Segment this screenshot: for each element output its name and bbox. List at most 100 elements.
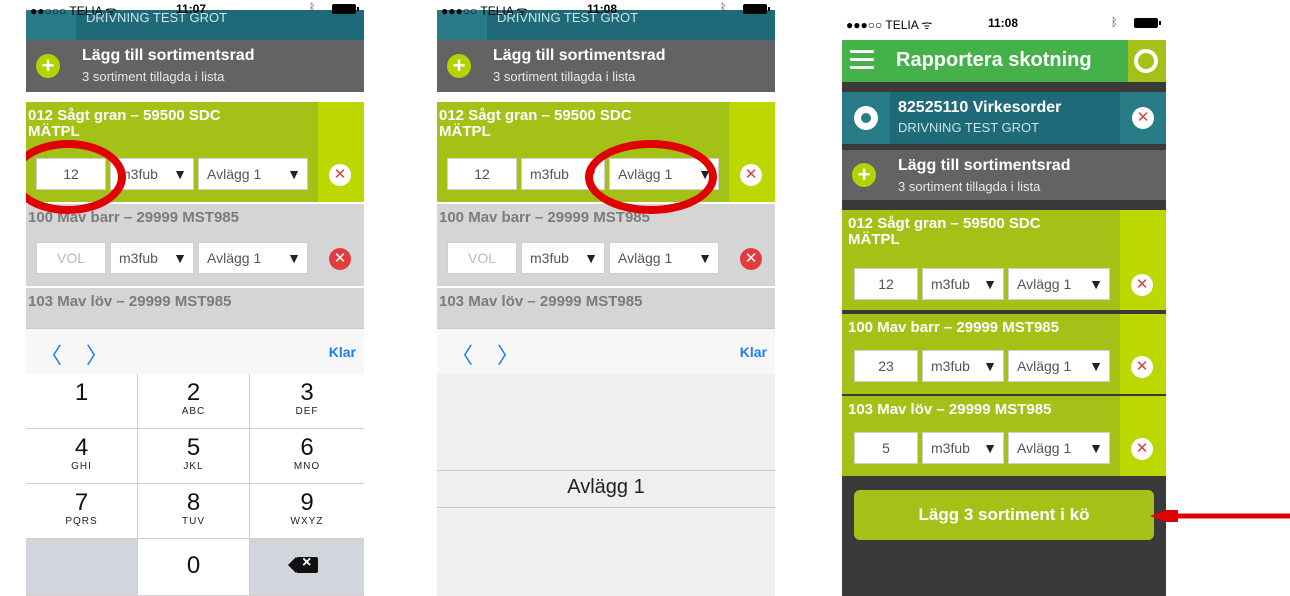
dest-value: Avlägg 1 <box>207 250 262 266</box>
dest-value: Avlägg 1 <box>1017 276 1072 292</box>
chevron-down-icon: ▼ <box>173 250 187 266</box>
order-row[interactable]: 82525110 Virkesorder DRIVNING TEST GROT … <box>842 92 1166 144</box>
volume-input[interactable]: VOL <box>36 242 106 274</box>
delete-icon[interactable]: ✕ <box>329 164 351 186</box>
delete-icon[interactable]: ✕ <box>740 248 762 270</box>
key-letters: ABC <box>181 406 206 417</box>
sortiment-item: 103 Mav löv – 29999 MST985 5 m3fub ▼ Avlä… <box>842 396 1166 476</box>
phone-screen-keypad: DRIVNING TEST GROT ●●○○○ TELIA ᯤ 11:07 ᛒ… <box>26 0 364 596</box>
volume-input[interactable]: 12 <box>854 268 918 300</box>
key-8[interactable]: 8 TUV <box>138 484 250 539</box>
status-bar: ●●○○○ TELIA ᯤ 11:07 ᛒ <box>26 0 364 18</box>
chevron-down-icon: ▼ <box>983 276 997 292</box>
chevron-down-icon: ▼ <box>1089 358 1103 374</box>
delete-icon[interactable]: ✕ <box>1131 356 1153 378</box>
item-name: 012 Sågt gran – 59500 SDC MÄTPL <box>439 107 632 140</box>
add-row-sub: 3 sortiment tillagda i lista <box>493 69 636 84</box>
queue-sortiment-button[interactable]: Lägg 3 sortiment i kö <box>854 490 1154 540</box>
unit-value: m3fub <box>119 250 158 266</box>
delete-icon[interactable]: ✕ <box>740 164 762 186</box>
unit-select[interactable]: m3fub ▼ <box>922 268 1004 300</box>
key-6[interactable]: 6 MNO <box>250 429 364 484</box>
key-digit: 3 <box>300 379 314 406</box>
chevron-right-icon[interactable]: 〉 <box>86 338 108 370</box>
red-arrow-annotation <box>1150 510 1290 522</box>
volume-input[interactable]: 5 <box>854 432 918 464</box>
sortiment-item: 100 Mav barr – 29999 MST985 VOL m3fub ▼ A… <box>437 204 775 286</box>
bluetooth-icon: ᛒ <box>719 1 727 15</box>
destination-picker[interactable]: Avlägg 1 <box>437 374 775 596</box>
carrier: ●●●○○ TELIA ᯤ <box>441 4 528 18</box>
backspace-icon <box>288 554 318 573</box>
battery-icon <box>332 4 359 14</box>
key-letters: WXYZ <box>290 516 324 527</box>
chevron-down-icon: ▼ <box>584 250 598 266</box>
destination-select[interactable]: Avlägg 1 ▼ <box>1008 350 1110 382</box>
unit-select[interactable]: m3fub ▼ <box>922 432 1004 464</box>
numeric-keypad: 1 2 ABC 3 DEF 4 GHI 5 JKL 6 MNO 7 PQRS 8 TUV 9W… <box>26 374 364 596</box>
phone-screen-picker: DRIVNING TEST GROT ●●●○○ TELIA ᯤ 11:08 ᛒ… <box>437 0 775 596</box>
chevron-down-icon: ▼ <box>287 166 301 182</box>
dest-value: Avlägg 1 <box>618 250 673 266</box>
delete-icon[interactable]: ✕ <box>329 248 351 270</box>
dest-value: Avlägg 1 <box>207 166 262 182</box>
done-button[interactable]: Klar <box>740 344 767 360</box>
volume-input[interactable]: VOL <box>447 242 517 274</box>
add-sortiment-row[interactable]: + Lägg till sortimentsrad 3 sortiment ti… <box>437 40 775 92</box>
destination-select[interactable]: Avlägg 1 ▼ <box>1008 268 1110 300</box>
key-digit: 1 <box>74 379 89 406</box>
item-name: 100 Mav barr – 29999 MST985 <box>439 209 650 226</box>
key-7[interactable]: 7 PQRS <box>26 484 138 539</box>
key-letters: GHI <box>71 461 92 472</box>
key-5[interactable]: 5 JKL <box>138 429 250 484</box>
key-9[interactable]: 9 WXYZ <box>250 484 364 539</box>
chevron-left-icon[interactable]: 〈 <box>451 338 473 370</box>
key-2[interactable]: 2 ABC <box>138 374 250 429</box>
key-digit: 9 <box>300 489 314 516</box>
chevron-left-icon[interactable]: 〈 <box>40 338 62 370</box>
unit-value: m3fub <box>931 276 970 292</box>
delete-icon[interactable]: ✕ <box>1132 107 1154 129</box>
status-ring-icon[interactable] <box>1134 49 1158 73</box>
key-4[interactable]: 4 GHI <box>26 429 138 484</box>
battery-icon <box>1134 18 1161 28</box>
key-blank <box>26 539 138 596</box>
unit-value: m3fub <box>530 250 569 266</box>
key-digit: 5 <box>186 434 201 461</box>
destination-select[interactable]: Avlägg 1 ▼ <box>609 242 719 274</box>
sortiment-item: 103 Mav löv – 29999 MST985 <box>26 288 364 328</box>
plus-icon: + <box>447 54 471 78</box>
highlight-circle <box>585 140 717 214</box>
destination-select[interactable]: Avlägg 1 ▼ <box>198 158 308 190</box>
add-row-title: Lägg till sortimentsrad <box>493 47 666 64</box>
sortiment-item: 100 Mav barr – 29999 MST985 23 m3fub ▼ Av… <box>842 314 1166 394</box>
destination-select[interactable]: Avlägg 1 ▼ <box>198 242 308 274</box>
volume-input[interactable]: 23 <box>854 350 918 382</box>
menu-icon[interactable] <box>850 50 874 70</box>
clock: 11:08 <box>587 2 618 16</box>
done-button[interactable]: Klar <box>329 344 356 360</box>
delete-icon[interactable]: ✕ <box>1131 274 1153 296</box>
key-backspace[interactable] <box>250 539 364 596</box>
add-row-title: Lägg till sortimentsrad <box>82 47 255 64</box>
key-3[interactable]: 3 DEF <box>250 374 364 429</box>
delete-icon[interactable]: ✕ <box>1131 438 1153 460</box>
unit-select[interactable]: m3fub ▼ <box>110 242 194 274</box>
volume-input[interactable]: 12 <box>447 158 517 190</box>
plus-icon: + <box>36 54 60 78</box>
unit-select[interactable]: m3fub ▼ <box>521 242 605 274</box>
unit-select[interactable]: m3fub ▼ <box>922 350 1004 382</box>
key-digit: 2 <box>186 379 201 406</box>
add-sortiment-row[interactable]: + Lägg till sortimentsrad 3 sortiment ti… <box>26 40 364 92</box>
gear-icon[interactable] <box>854 106 878 130</box>
picker-option[interactable]: Avlägg 1 <box>437 476 775 499</box>
chevron-down-icon: ▼ <box>983 440 997 456</box>
chevron-right-icon[interactable]: 〉 <box>497 338 519 370</box>
add-sortiment-row[interactable]: + Lägg till sortimentsrad 3 sortiment ti… <box>842 150 1166 200</box>
key-0[interactable]: 0 <box>138 539 250 596</box>
destination-select[interactable]: Avlägg 1 ▼ <box>1008 432 1110 464</box>
item-name: 012 Sågt gran – 59500 SDC MÄTPL <box>28 107 221 140</box>
dest-value: Avlägg 1 <box>1017 358 1072 374</box>
order-title: 82525110 Virkesorder <box>898 99 1062 116</box>
key-1[interactable]: 1 <box>26 374 138 429</box>
